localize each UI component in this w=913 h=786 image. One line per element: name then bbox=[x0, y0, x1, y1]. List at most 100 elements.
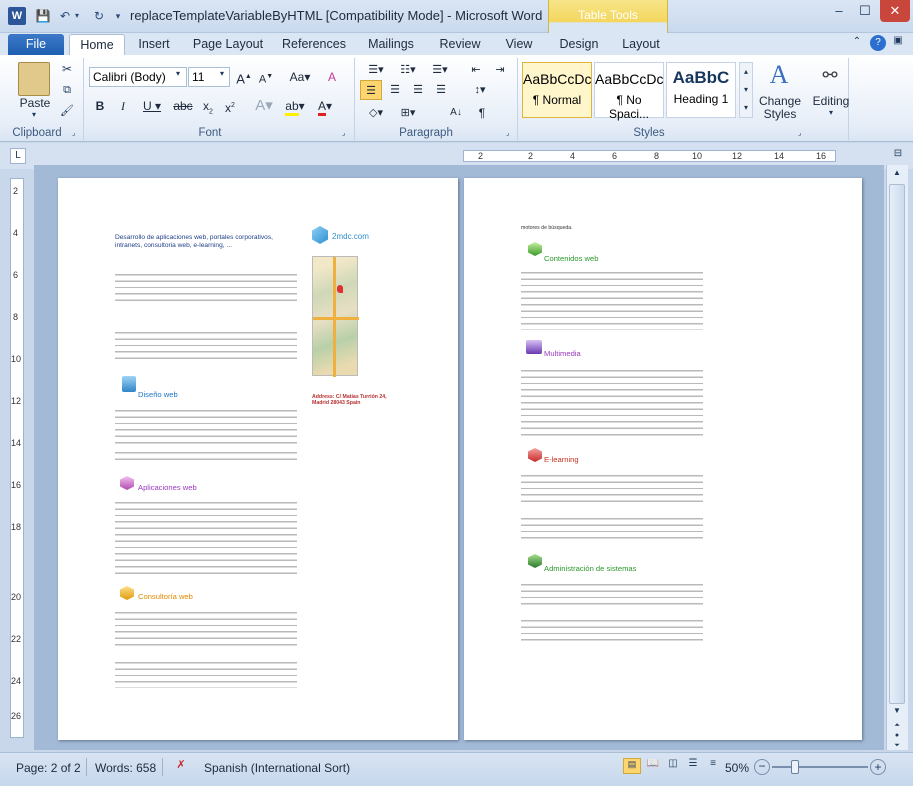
zoom-slider[interactable] bbox=[772, 766, 868, 768]
styles-launcher-icon[interactable]: ⌟ bbox=[798, 129, 806, 137]
help-icon[interactable]: ? bbox=[870, 35, 886, 51]
address-text: Address: C/ Matías Turrión 24, Madrid 28… bbox=[312, 394, 387, 407]
format-painter-icon[interactable]: 🖌 bbox=[58, 104, 76, 120]
close-icon[interactable]: ✕ bbox=[880, 0, 910, 22]
full-screen-reading-icon[interactable]: 📖 bbox=[644, 758, 662, 774]
proofing-icon[interactable]: ✗ bbox=[172, 758, 190, 774]
change-styles-icon[interactable]: A bbox=[764, 60, 794, 92]
maximize-icon[interactable]: ☐ bbox=[854, 0, 876, 22]
highlight-color-icon[interactable]: ab▾ bbox=[282, 96, 308, 116]
show-marks-icon[interactable]: ¶ bbox=[472, 103, 492, 123]
align-right-icon[interactable]: ☰ bbox=[408, 80, 428, 100]
ruler-label: 2 bbox=[528, 151, 534, 161]
word-count[interactable]: Words: 658 bbox=[95, 761, 156, 775]
multilevel-list-icon[interactable]: ☰▾ bbox=[426, 60, 454, 80]
change-case-icon[interactable]: Aa▾ bbox=[286, 67, 314, 87]
font-name-combo[interactable]: Calibri (Body) bbox=[89, 67, 187, 87]
tab-file[interactable]: File bbox=[8, 34, 64, 55]
tab-mailings[interactable]: Mailings bbox=[362, 34, 420, 55]
draft-icon[interactable]: ≡ bbox=[704, 758, 722, 774]
shrink-font-icon[interactable]: A▼ bbox=[256, 67, 276, 87]
numbering-icon[interactable]: ☷▾ bbox=[394, 60, 422, 80]
ribbon-restore-icon[interactable]: ▣ bbox=[890, 35, 906, 51]
ribbon-minimize-icon[interactable]: ⌃ bbox=[850, 36, 864, 50]
styles-scroll[interactable]: ▴ ▾ ▾ bbox=[739, 62, 753, 118]
scroll-down-icon[interactable]: ▼ bbox=[888, 706, 906, 720]
print-layout-icon[interactable]: ▤ bbox=[623, 758, 641, 774]
horizontal-ruler[interactable]: 2 2 4 6 8 10 12 14 16 bbox=[463, 150, 836, 162]
sort-icon[interactable]: A↓ bbox=[446, 103, 466, 123]
vruler-label: 10 bbox=[11, 354, 22, 364]
vertical-ruler[interactable]: 2 4 6 8 10 12 14 16 18 20 22 24 26 bbox=[10, 178, 24, 738]
align-left-icon[interactable]: ☰ bbox=[360, 80, 382, 100]
view-ruler-icon[interactable]: ⊟ bbox=[890, 148, 906, 164]
increase-indent-icon[interactable]: ⇥ bbox=[490, 60, 510, 80]
subscript-icon[interactable]: x2 bbox=[199, 96, 217, 116]
bullets-icon[interactable]: ☰▾ bbox=[362, 60, 390, 80]
font-launcher-icon[interactable]: ⌟ bbox=[342, 129, 350, 137]
body-paragraph bbox=[521, 514, 703, 540]
section-heading-admin: Administración de sistemas bbox=[544, 564, 637, 573]
tab-view[interactable]: View bbox=[498, 34, 540, 55]
borders-icon[interactable]: ⊞▾ bbox=[394, 103, 422, 123]
binoculars-icon[interactable]: ⚯ bbox=[815, 60, 845, 90]
web-layout-icon[interactable]: ◫ bbox=[664, 758, 682, 774]
outline-icon[interactable]: ☰ bbox=[684, 758, 702, 774]
style-normal[interactable]: AaBbCcDc ¶ Normal bbox=[522, 62, 592, 118]
tab-layout[interactable]: Layout bbox=[616, 34, 666, 55]
body-paragraph bbox=[115, 406, 297, 444]
font-color-icon[interactable]: A▾ bbox=[312, 96, 338, 116]
clipboard-launcher-icon[interactable]: ⌟ bbox=[72, 129, 80, 137]
font-label: Font bbox=[198, 127, 222, 139]
page-count[interactable]: Page: 2 of 2 bbox=[16, 761, 81, 775]
align-center-icon[interactable]: ☰ bbox=[385, 80, 405, 100]
copy-icon[interactable]: ⧉ bbox=[58, 84, 76, 100]
tab-review[interactable]: Review bbox=[434, 34, 486, 55]
minimize-icon[interactable]: – bbox=[828, 0, 850, 22]
map-marker-icon bbox=[337, 285, 343, 293]
editing-dropdown-icon[interactable]: ▾ bbox=[826, 108, 836, 117]
paste-dropdown-icon[interactable]: ▾ bbox=[29, 110, 39, 119]
grow-font-icon[interactable]: A▲ bbox=[234, 67, 254, 87]
tab-home[interactable]: Home bbox=[69, 34, 125, 55]
cut-icon[interactable]: ✂ bbox=[58, 62, 76, 78]
italic-icon[interactable]: I bbox=[114, 96, 132, 116]
next-page-icon[interactable]: ⏷ bbox=[888, 742, 906, 752]
justify-icon[interactable]: ☰ bbox=[431, 80, 451, 100]
superscript-icon[interactable]: x2 bbox=[221, 96, 239, 116]
font-size-dropdown-icon[interactable]: ▾ bbox=[220, 69, 230, 78]
font-name-dropdown-icon[interactable]: ▾ bbox=[176, 69, 186, 78]
paste-icon[interactable] bbox=[18, 62, 50, 96]
paragraph-launcher-icon[interactable]: ⌟ bbox=[506, 129, 514, 137]
prev-page-icon[interactable]: ⏶ bbox=[888, 722, 906, 732]
text-effects-icon[interactable]: A▾ bbox=[252, 96, 276, 116]
zoom-in-icon[interactable]: + bbox=[870, 759, 886, 775]
scroll-up-icon[interactable]: ▲ bbox=[888, 168, 906, 182]
tab-design[interactable]: Design bbox=[554, 34, 604, 55]
zoom-slider-thumb[interactable] bbox=[791, 760, 799, 774]
bold-icon[interactable]: B bbox=[91, 96, 109, 116]
underline-icon[interactable]: U ▾ bbox=[139, 96, 165, 116]
line-spacing-icon[interactable]: ↕▾ bbox=[466, 80, 494, 100]
section-heading-contenidos: Contenidos web bbox=[544, 254, 599, 263]
decrease-indent-icon[interactable]: ⇤ bbox=[466, 60, 486, 80]
change-styles-label[interactable]: Change Styles bbox=[757, 95, 803, 121]
shading-icon[interactable]: ◇▾ bbox=[362, 103, 390, 123]
tab-selector-icon[interactable]: L bbox=[10, 148, 26, 164]
page-2[interactable]: motores de búsqueda. Contenidos web Mult… bbox=[464, 178, 862, 740]
strikethrough-icon[interactable]: abc bbox=[172, 96, 194, 116]
scroll-thumb[interactable] bbox=[889, 184, 905, 704]
browse-object-icon[interactable]: ● bbox=[888, 732, 906, 742]
tab-insert[interactable]: Insert bbox=[132, 34, 176, 55]
tab-page-layout[interactable]: Page Layout bbox=[190, 34, 266, 55]
page-1[interactable]: Desarrollo de aplicaciones web, portales… bbox=[58, 178, 458, 740]
clear-formatting-icon[interactable]: A bbox=[322, 67, 342, 87]
editing-button-label[interactable]: Editing bbox=[808, 94, 854, 108]
zoom-out-icon[interactable]: − bbox=[754, 759, 770, 775]
style-heading-1[interactable]: AaBbC Heading 1 bbox=[666, 62, 736, 118]
style-no-spacing[interactable]: AaBbCcDc ¶ No Spaci... bbox=[594, 62, 664, 121]
zoom-level[interactable]: 50% bbox=[725, 761, 749, 775]
paste-button-label[interactable]: Paste bbox=[16, 96, 54, 110]
tab-references[interactable]: References bbox=[280, 34, 348, 55]
language[interactable]: Spanish (International Sort) bbox=[204, 761, 350, 775]
